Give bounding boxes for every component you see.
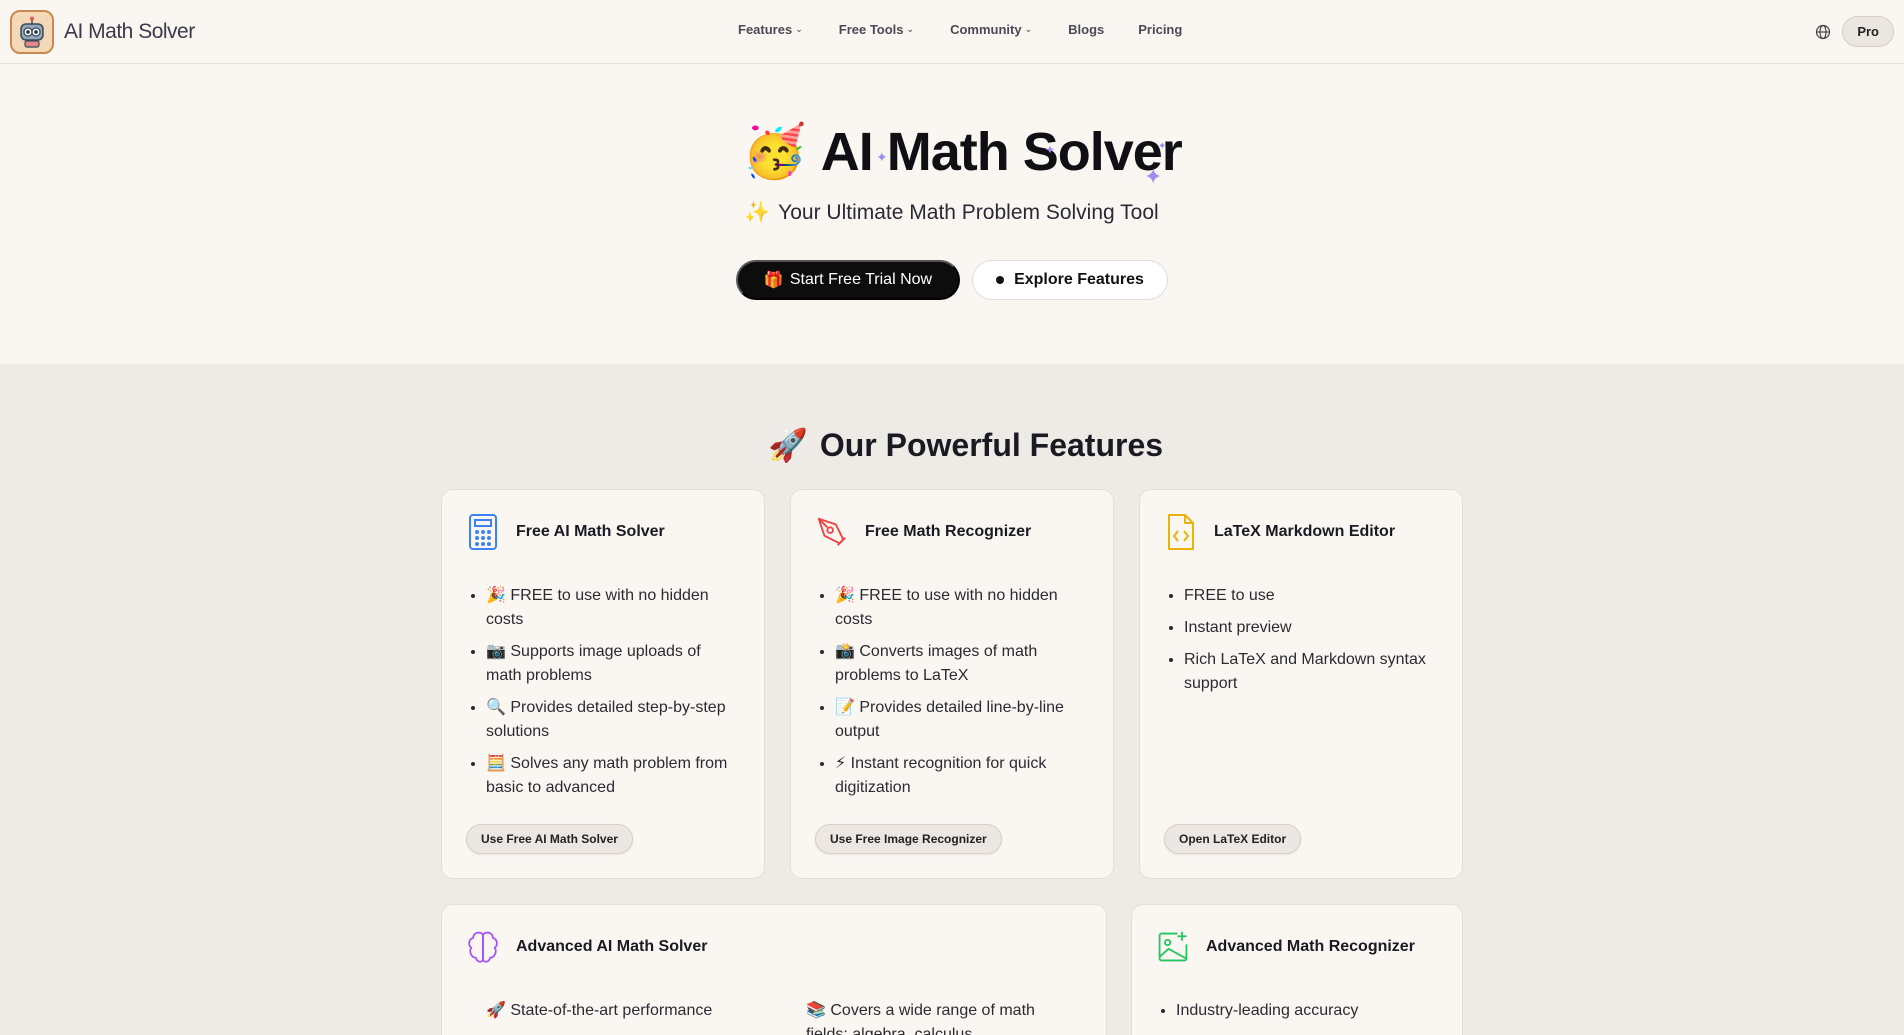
card-title: Free Math Recognizer (865, 523, 1032, 540)
list-item: 📚 Covers a wide range of math fields: al… (806, 1002, 1035, 1035)
nav-pricing-label: Pricing (1138, 22, 1183, 37)
robot-logo-icon (10, 10, 54, 54)
start-free-trial-button[interactable]: 🎁 Start Free Trial Now (736, 260, 960, 300)
list-item: 🔍 Provides detailed step-by-step solutio… (486, 696, 740, 744)
main-nav: Features ⌄ Free Tools ⌄ Community ⌄ Blog… (738, 22, 1182, 37)
explore-features-label: Explore Features (1014, 271, 1144, 288)
card-header: Advanced Math Recognizer (1156, 927, 1415, 967)
card-title: Advanced Math Recognizer (1206, 938, 1415, 955)
brain-icon (466, 927, 500, 967)
list-item: 📷 Supports image uploads of math problem… (486, 640, 740, 688)
nav-free-tools-label: Free Tools (838, 22, 904, 37)
hero-title-row: 🥳 AI Math Solver (742, 121, 1183, 183)
card-title: LaTeX Markdown Editor (1214, 523, 1396, 540)
feature-card-free-math-recognizer: Free Math Recognizer 🎉 FREE to use with … (790, 489, 1114, 879)
list-item: Industry-leading accuracy (1176, 999, 1438, 1023)
list-item: 🎉 FREE to use with no hidden costs (835, 584, 1089, 632)
rocket-emoji: 🚀 (768, 427, 808, 463)
nav-right: Pro (1814, 16, 1894, 47)
use-free-image-recognizer-button[interactable]: Use Free Image Recognizer (815, 824, 1002, 854)
card-header: LaTeX Markdown Editor (1164, 512, 1395, 552)
sparkle-icon: ✦ (1144, 164, 1163, 189)
explore-features-button[interactable]: Explore Features (972, 260, 1168, 300)
sparkles-emoji: ✨ (744, 201, 771, 224)
nav-free-tools[interactable]: Free Tools ⌄ (839, 22, 914, 37)
features-heading: 🚀 Our Powerful Features (768, 426, 1163, 464)
nav-community[interactable]: Community ⌄ (950, 22, 1032, 37)
card-title: Free AI Math Solver (516, 523, 665, 540)
features-title: Our Powerful Features (819, 426, 1164, 463)
top-navigation: AI Math Solver Features ⌄ Free Tools ⌄ C… (0, 0, 1904, 64)
nav-blogs[interactable]: Blogs (1068, 22, 1104, 37)
nav-pricing[interactable]: Pricing (1138, 22, 1182, 37)
nav-community-label: Community (950, 22, 1022, 37)
hero-title: AI Math Solver (820, 122, 1183, 182)
feature-list: 🎉 FREE to use with no hidden costs 📷 Sup… (486, 584, 740, 808)
card-header: Free Math Recognizer (815, 512, 1031, 552)
sparkle-icon: ✦ (1158, 141, 1167, 152)
hero-section: 🥳 AI Math Solver ✦ ✦ ✦ ✦ ✨ Your Ultimate… (0, 65, 1904, 364)
list-item: ⚡ Instant recognition for quick digitiza… (835, 752, 1089, 800)
list-item: 🧮 Solves any math problem from basic to … (486, 752, 740, 800)
card-header: Free AI Math Solver (466, 512, 665, 552)
hero-subtitle-row: ✨ Your Ultimate Math Problem Solving Too… (744, 201, 1159, 225)
feature-list: FREE to use Instant preview Rich LaTeX a… (1184, 584, 1438, 704)
gift-emoji: 🎁 (763, 272, 784, 289)
pro-button[interactable]: Pro (1842, 16, 1894, 47)
calculator-icon (466, 512, 500, 552)
chevron-down-icon: ⌄ (795, 24, 803, 34)
list-item: 🎉 FREE to use with no hidden costs (486, 584, 740, 632)
card-header: Advanced AI Math Solver (466, 927, 707, 967)
sparkle-icon: ✦ (876, 149, 888, 165)
feature-card-latex-markdown-editor: LaTeX Markdown Editor FREE to use Instan… (1139, 489, 1463, 879)
sparkle-icon: ✦ (1045, 143, 1056, 157)
list-item: Instant preview (1184, 616, 1438, 640)
party-face-emoji: 🥳 (742, 123, 807, 181)
start-free-trial-label: Start Free Trial Now (789, 271, 933, 288)
card-title: Advanced AI Math Solver (516, 938, 708, 955)
feature-columns: 🚀 State-of-the-art performance 📚 Covers … (486, 999, 1082, 1035)
feature-list: Industry-leading accuracy (1176, 999, 1438, 1031)
pen-tool-icon (815, 512, 849, 552)
chevron-down-icon: ⌄ (1024, 24, 1033, 34)
nav-features-label: Features (738, 22, 793, 37)
open-latex-editor-button[interactable]: Open LaTeX Editor (1164, 824, 1302, 854)
file-code-icon (1164, 512, 1198, 552)
list-item: 📸 Converts images of math problems to La… (835, 640, 1089, 688)
brand-link[interactable]: AI Math Solver (10, 10, 195, 54)
brand-name: AI Math Solver (64, 20, 195, 43)
feature-list: 🎉 FREE to use with no hidden costs 📸 Con… (835, 584, 1089, 808)
list-item: FREE to use (1184, 584, 1438, 608)
features-section: 🚀 Our Powerful Features Free AI Math Sol… (0, 364, 1904, 1035)
feature-card-advanced-math-recognizer: Advanced Math Recognizer Industry-leadin… (1131, 904, 1463, 1035)
globe-icon[interactable] (1814, 23, 1832, 41)
list-item: 🚀 State-of-the-art performance (486, 1002, 713, 1019)
nav-features[interactable]: Features ⌄ (738, 22, 803, 37)
hero-subtitle: Your Ultimate Math Problem Solving Tool (778, 201, 1159, 224)
feature-card-advanced-ai-math-solver: Advanced AI Math Solver 🚀 State-of-the-a… (441, 904, 1107, 1035)
image-plus-icon (1156, 927, 1190, 967)
list-item: 📝 Provides detailed line-by-line output (835, 696, 1089, 744)
dot-icon (996, 276, 1005, 284)
feature-card-free-ai-math-solver: Free AI Math Solver 🎉 FREE to use with n… (441, 489, 765, 879)
nav-blogs-label: Blogs (1068, 22, 1105, 37)
use-free-ai-math-solver-button[interactable]: Use Free AI Math Solver (466, 824, 633, 854)
chevron-down-icon: ⌄ (906, 24, 915, 34)
list-item: Rich LaTeX and Markdown syntax support (1184, 648, 1438, 696)
